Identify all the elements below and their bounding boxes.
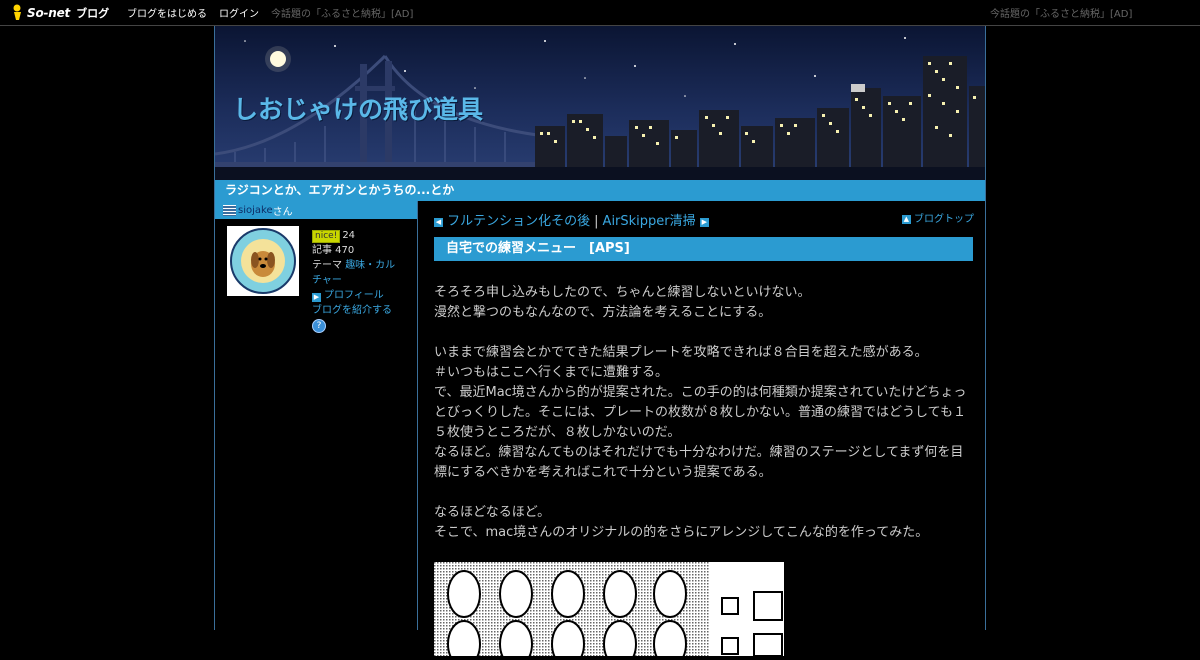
body-line: いままで練習会とかでてきた結果プレートを攻略できれば８合目を超えた感がある。 — [434, 345, 928, 360]
global-header: So-net ブログ ブログをはじめる ログイン 今話題の「ふるさと納税」[AD… — [0, 0, 1200, 26]
body-line: ＃いつもはここへ行くまでに遭難する。 — [434, 365, 669, 380]
user-header: siojake さん — [215, 201, 417, 219]
ad-link-left[interactable]: 今話題の「ふるさと納税」[AD] — [271, 5, 413, 20]
logo-sub-text: ブログ — [76, 6, 110, 20]
login-link[interactable]: ログイン — [219, 5, 259, 20]
theme-label: テーマ — [312, 260, 346, 271]
nav-separator: | — [594, 214, 599, 229]
entry-title[interactable]: 自宅での練習メニュー [APS] — [434, 237, 973, 261]
entry-body: そろそろ申し込みもしたので、ちゃんと練習しないといけない。 漫然と撃つのもなんな… — [434, 283, 974, 543]
profile-info: nice! 24 記事 470 テーマ 趣味・カルチャー ▶ プロフィール ブログを… — [312, 228, 402, 333]
blog-title[interactable]: しおじゃけの飛び道具 — [233, 90, 483, 126]
introduce-blog-link[interactable]: ブログを紹介する — [312, 305, 392, 316]
arrow-right-icon: ▶ — [312, 293, 321, 302]
body-line — [434, 323, 974, 343]
up-arrow-icon: ▲ — [901, 215, 911, 224]
blog-page: しおじゃけの飛び道具 ラジコンとか、エアガンとかうちの...とか siojake… — [214, 26, 986, 660]
post-navigation: ◀ フルテンション化その後 | AirSkipper清掃 ▶ ▲ ブログトップ — [434, 210, 974, 229]
target-sheet-image — [434, 562, 783, 660]
ad-link-right[interactable]: 今話題の「ふるさと納税」[AD] — [990, 5, 1132, 20]
nice-count: 24 — [342, 230, 356, 241]
blog-top-link[interactable]: ブログトップ — [914, 214, 974, 225]
prev-arrow-icon: ◀ — [434, 218, 443, 227]
next-post-link[interactable]: AirSkipper清掃 — [603, 214, 696, 229]
logo-mark-icon — [13, 4, 21, 20]
body-line: そこで、mac境さんのオリジナルの的をさらにアレンジしてこんな的を作ってみた。 — [434, 525, 929, 540]
profile-link[interactable]: プロフィール — [324, 290, 384, 301]
so-net-logo[interactable]: So-net ブログ — [12, 3, 109, 22]
body-line: で、最近Mac境さんから的が提案された。この手の的は何種類か提案されていたけどち… — [434, 385, 967, 440]
avatar[interactable] — [227, 226, 299, 296]
body-line: なるほどなるほど。 — [434, 505, 551, 520]
flag-icon — [223, 204, 236, 216]
blog-header-banner: しおじゃけの飛び道具 — [215, 26, 985, 180]
blog-tagline: ラジコンとか、エアガンとかうちの...とか — [215, 180, 985, 201]
logo-text: So-net — [27, 5, 71, 20]
start-blog-link[interactable]: ブログをはじめる — [127, 5, 207, 20]
target-image[interactable] — [434, 562, 784, 660]
help-icon[interactable]: ? — [312, 319, 326, 333]
user-suffix: さん — [272, 206, 293, 218]
body-line: 漫然と撃つのもなんなので、方法論を考えることにする。 — [434, 305, 772, 320]
username-link[interactable]: siojake — [238, 205, 273, 216]
sidebar: siojake さん nice! 24 記事 470 テーマ 趣味・カルチャー ▶… — [215, 201, 418, 630]
article-count: 記事 470 — [312, 245, 355, 256]
prev-post-link[interactable]: フルテンション化その後 — [447, 214, 590, 229]
body-line: そろそろ申し込みもしたので、ちゃんと練習しないといけない。 — [434, 285, 811, 300]
avatar-dog-icon — [230, 228, 296, 294]
next-arrow-icon: ▶ — [699, 218, 709, 227]
nice-badge: nice! — [312, 230, 341, 243]
body-line: なるほど。練習なんてものはそれだけでも十分なわけだ。練習のステージとしてまず何を… — [434, 445, 964, 480]
body-line — [434, 483, 974, 503]
